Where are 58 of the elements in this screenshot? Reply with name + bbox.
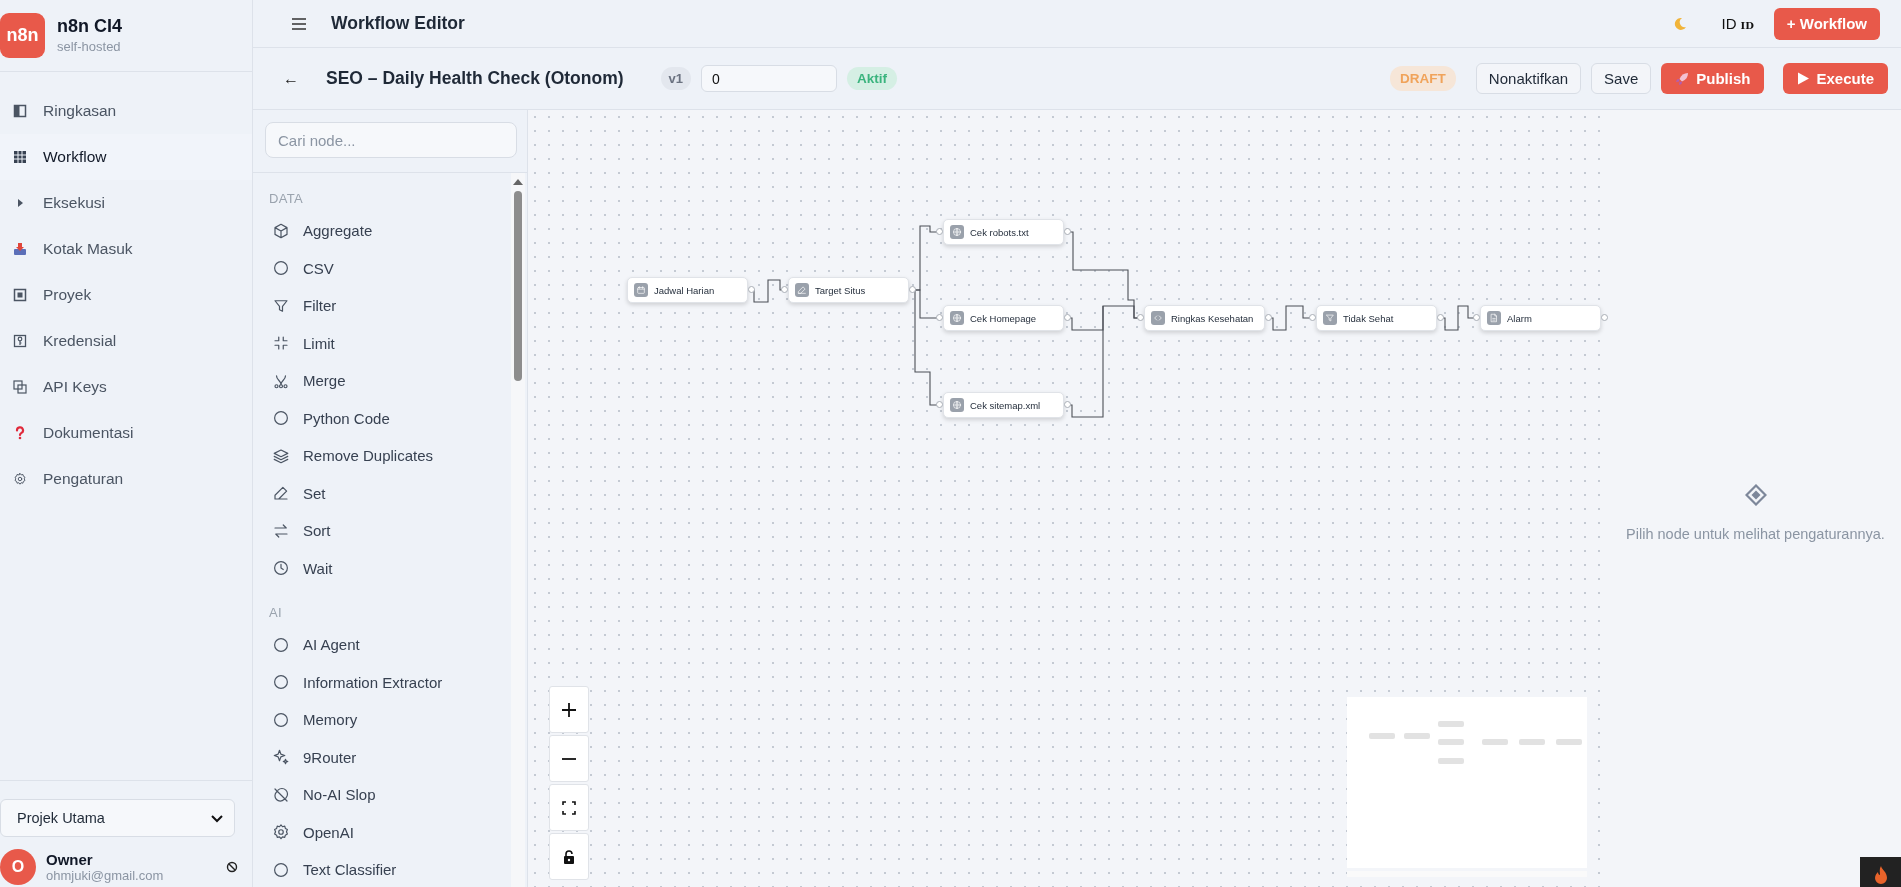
node-type-item[interactable]: Merge (269, 362, 511, 400)
sidebar-item[interactable]: Dokumentasi (0, 410, 252, 456)
execute-button[interactable]: Execute (1783, 63, 1888, 94)
sidebar-item[interactable]: Pengaturan (0, 456, 252, 502)
deactivate-button[interactable]: Nonaktifkan (1475, 63, 1582, 94)
sidebar-item[interactable]: Kotak Masuk (0, 226, 252, 272)
status-badge: Aktif (847, 67, 898, 90)
sidebar-item[interactable]: Ringkasan (0, 88, 252, 134)
save-button[interactable]: Save (1591, 63, 1652, 94)
node-type-item[interactable]: OpenAI (269, 813, 511, 851)
node-type-item[interactable]: Python Code (269, 399, 511, 437)
user-name: Owner (46, 851, 94, 868)
section-heading: DATA (269, 191, 304, 206)
node-type-item[interactable]: Information Extractor (269, 663, 511, 701)
input-field[interactable]: 0 (701, 65, 838, 92)
page-title: Workflow Editor (331, 13, 465, 34)
draft-badge: DRAFT (1390, 66, 1456, 91)
workflow-node[interactable]: Cek robots.txt (943, 219, 1064, 245)
node-type-item[interactable]: Memory (269, 701, 511, 739)
language-code[interactable]: ID (1740, 20, 1754, 31)
workflow-node[interactable]: Cek sitemap.xml (943, 392, 1064, 418)
node-type-item[interactable]: Sort (269, 512, 511, 550)
node-type-item[interactable]: Set (269, 474, 511, 512)
node-type-item[interactable]: Wait (269, 549, 511, 587)
user-avatar: O (0, 849, 36, 885)
version-badge: v1 (660, 67, 692, 90)
workflow-node[interactable]: Ringkas Kesehatan (1144, 305, 1265, 331)
language-label[interactable]: ID (1721, 15, 1737, 32)
node-type-item[interactable]: Limit (269, 324, 511, 362)
sidebar-item[interactable]: Kredensial (0, 318, 252, 364)
workflow-node[interactable]: Tidak Sehat (1316, 305, 1437, 331)
node-type-item[interactable]: Aggregate (269, 212, 511, 250)
workflow-node[interactable]: Cek Homepage (943, 305, 1064, 331)
node-type-item[interactable]: AI Agent (269, 626, 511, 664)
workflow-name: SEO – Daily Health Check (Otonom) (326, 68, 624, 89)
node-type-item[interactable]: Filter (269, 287, 511, 325)
workflow-node[interactable]: Alarm (1480, 305, 1601, 331)
app-logo: n8n (0, 12, 45, 58)
workflow-node[interactable]: Target Situs (788, 277, 909, 303)
search-field[interactable]: Cari node... (265, 122, 517, 158)
app-subtitle: self-hosted (57, 39, 122, 54)
node-type-item[interactable]: CSV (269, 249, 511, 287)
back-arrow[interactable]: ← (283, 69, 299, 88)
new-workflow-button[interactable]: + Workflow (1773, 7, 1880, 40)
section-heading: AI (269, 605, 283, 620)
sidebar-item[interactable]: Proyek (0, 272, 252, 318)
empty-state-message: Pilih node untuk melihat pengaturannya. (1626, 526, 1885, 542)
node-type-item[interactable]: 9Router (269, 738, 511, 776)
publish-button[interactable]: Publish (1661, 63, 1765, 94)
node-type-item[interactable]: Text Classifier (269, 851, 511, 887)
app-name: n8n CI4 (57, 16, 122, 37)
sidebar-item[interactable]: Eksekusi (0, 180, 252, 226)
user-email: ohmjuki@gmail.com (46, 868, 164, 883)
project-select[interactable]: Projek Utama (0, 799, 235, 837)
node-type-item[interactable]: Remove Duplicates (269, 437, 511, 475)
workflow-node[interactable]: Jadwal Harian (627, 277, 748, 303)
node-type-item[interactable]: No-AI Slop (269, 776, 511, 814)
sidebar-item[interactable]: API Keys (0, 364, 252, 410)
